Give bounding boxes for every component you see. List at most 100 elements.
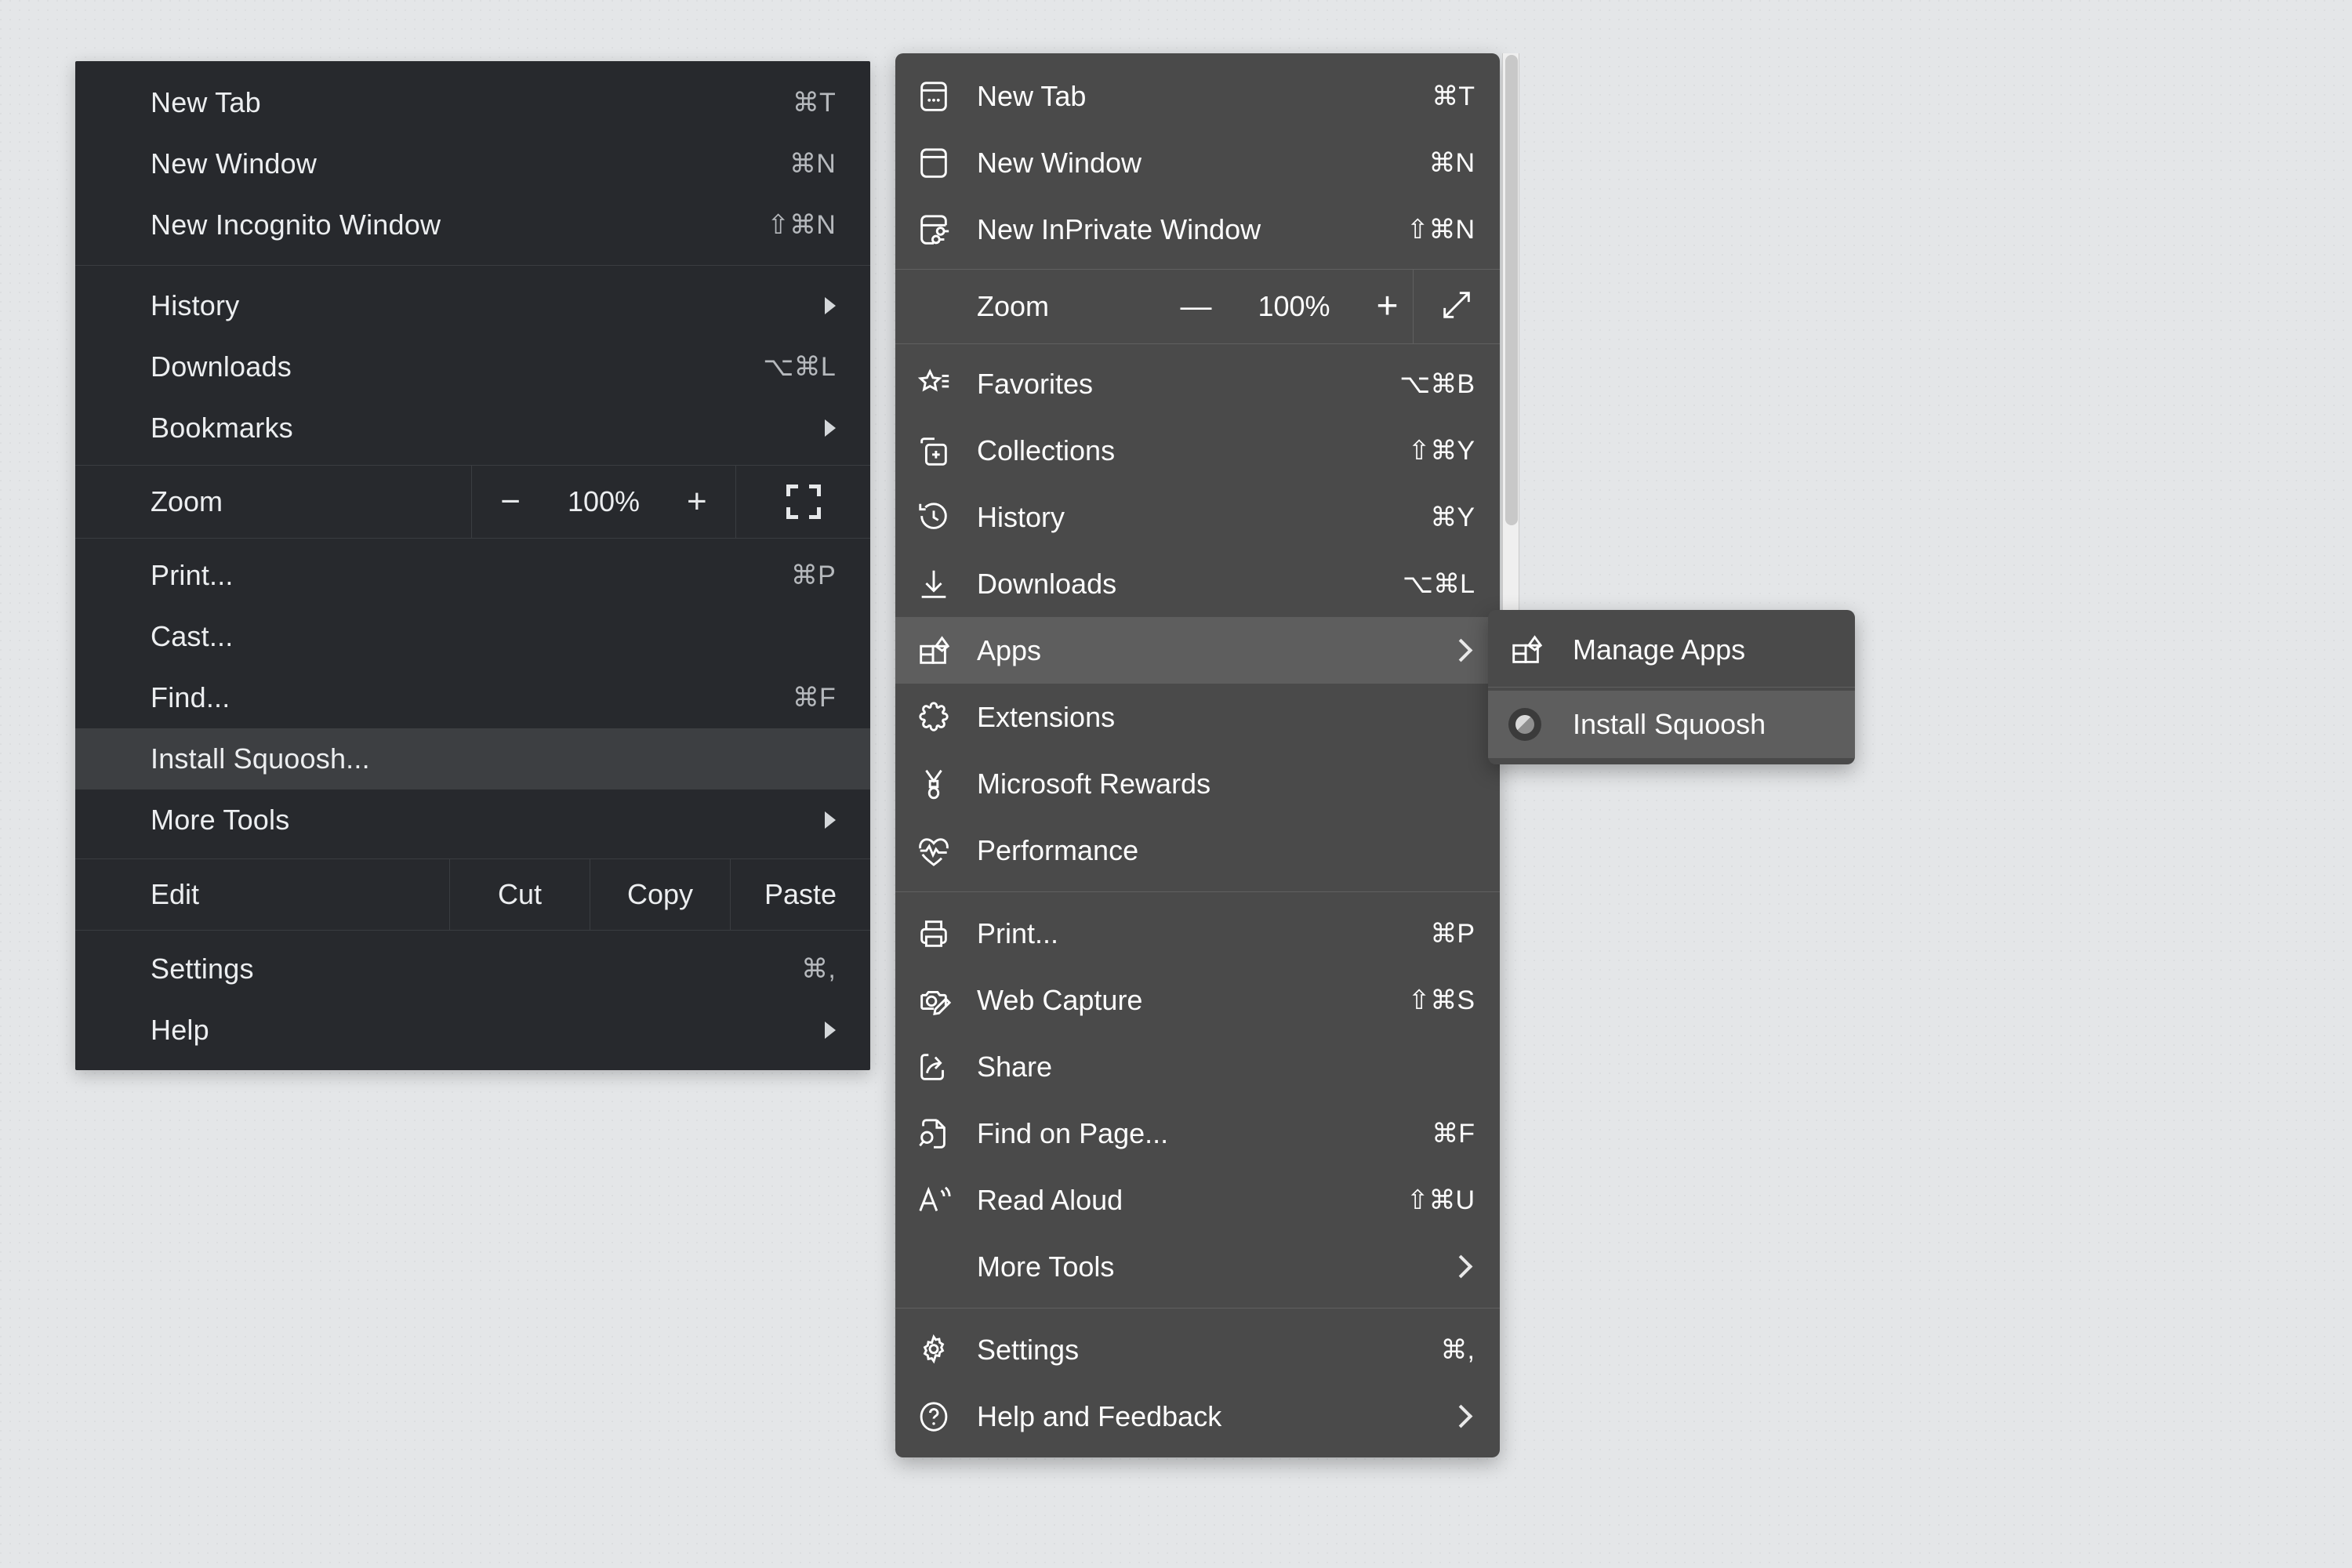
menu-item-label: History xyxy=(151,289,240,321)
menu-item-shortcut: ⇧⌘Y xyxy=(1407,435,1475,466)
zoom-controls: − 100% + xyxy=(471,466,736,538)
expand-diagonal-icon xyxy=(1439,287,1475,327)
menu-item-label: Install Squoosh... xyxy=(151,742,370,775)
chevron-right-icon xyxy=(825,1022,836,1039)
chevron-right-icon xyxy=(1448,1254,1475,1280)
copy-button[interactable]: Copy xyxy=(590,859,730,930)
menu-item-read-aloud[interactable]: Read Aloud ⇧⌘U xyxy=(895,1167,1500,1233)
menu-item-settings[interactable]: Settings ⌘, xyxy=(75,938,870,1000)
menu-item-label: More Tools xyxy=(977,1250,1115,1283)
zoom-controls: — 100% + xyxy=(1166,270,1414,343)
favorites-star-icon xyxy=(916,362,966,406)
menu-item-more-tools[interactable]: More Tools xyxy=(75,789,870,851)
menu-item-cast[interactable]: Cast... xyxy=(75,606,870,667)
new-tab-icon xyxy=(916,74,966,118)
zoom-out-button[interactable]: — xyxy=(1180,289,1211,325)
menu-item-history[interactable]: History xyxy=(75,275,870,336)
menu-item-shortcut: ⌘F xyxy=(1432,1118,1475,1149)
menu-item-performance[interactable]: Performance xyxy=(895,817,1500,884)
web-capture-icon xyxy=(916,978,966,1022)
menu-item-label: Settings xyxy=(977,1333,1080,1366)
menu-item-new-incognito-window[interactable]: New Incognito Window ⇧⌘N xyxy=(75,194,870,256)
menu-item-help-and-feedback[interactable]: Help and Feedback xyxy=(895,1383,1500,1450)
chevron-right-icon xyxy=(825,297,836,314)
menu-item-help[interactable]: Help xyxy=(75,1000,870,1061)
menu-item-label: Cast... xyxy=(151,620,234,652)
printer-icon xyxy=(916,912,966,956)
menu-divider xyxy=(75,265,870,266)
menu-item-new-window[interactable]: New Window ⌘N xyxy=(75,133,870,194)
menu-item-shortcut: ⌥⌘B xyxy=(1399,368,1475,399)
zoom-in-button[interactable]: + xyxy=(1376,288,1398,325)
zoom-out-button[interactable]: − xyxy=(500,485,521,519)
fullscreen-button[interactable] xyxy=(1414,270,1500,343)
find-on-page-icon xyxy=(916,1112,966,1156)
menu-item-label: Microsoft Rewards xyxy=(977,767,1211,800)
menu-item-label: History xyxy=(977,500,1065,533)
menu-item-label: Downloads xyxy=(151,350,292,383)
menu-item-new-window[interactable]: New Window ⌘N xyxy=(895,129,1500,196)
menu-item-print[interactable]: Print... ⌘P xyxy=(75,545,870,606)
menu-item-microsoft-rewards[interactable]: Microsoft Rewards xyxy=(895,750,1500,817)
menu-item-print[interactable]: Print... ⌘P xyxy=(895,900,1500,967)
menu-item-downloads[interactable]: Downloads ⌥⌘L xyxy=(895,550,1500,617)
menu-item-label: Find... xyxy=(151,681,230,713)
menu-item-label: More Tools xyxy=(151,804,290,836)
edge-browser-menu: New Tab ⌘T New Window ⌘N New InPrivate W… xyxy=(895,53,1500,1457)
extensions-puzzle-icon xyxy=(916,695,966,739)
apps-grid-icon xyxy=(1508,632,1560,668)
menu-item-find-on-page[interactable]: Find on Page... ⌘F xyxy=(895,1100,1500,1167)
fullscreen-icon xyxy=(786,485,821,519)
menu-item-label: Share xyxy=(977,1050,1053,1083)
menu-item-find[interactable]: Find... ⌘F xyxy=(75,667,870,728)
scrollbar-thumb[interactable] xyxy=(1505,55,1518,525)
menu-item-downloads[interactable]: Downloads ⌥⌘L xyxy=(75,336,870,397)
menu-item-label: Bookmarks xyxy=(151,412,293,444)
help-circle-icon xyxy=(916,1395,966,1439)
edge-menu-scrollbar[interactable] xyxy=(1502,53,1519,677)
collections-icon xyxy=(916,429,966,473)
inprivate-window-icon xyxy=(916,208,966,252)
menu-item-label: New Window xyxy=(977,146,1142,179)
menu-item-new-tab[interactable]: New Tab ⌘T xyxy=(895,63,1500,129)
submenu-item-install-squoosh[interactable]: Install Squoosh xyxy=(1488,691,1855,758)
menu-item-shortcut: ⌘P xyxy=(790,561,836,590)
submenu-item-manage-apps[interactable]: Manage Apps xyxy=(1488,616,1855,684)
menu-item-collections[interactable]: Collections ⇧⌘Y xyxy=(895,417,1500,484)
menu-item-history[interactable]: History ⌘Y xyxy=(895,484,1500,550)
menu-divider xyxy=(895,891,1500,892)
menu-item-new-tab[interactable]: New Tab ⌘T xyxy=(75,72,870,133)
edit-label: Edit xyxy=(151,878,200,910)
menu-item-more-tools[interactable]: More Tools xyxy=(895,1233,1500,1300)
menu-item-favorites[interactable]: Favorites ⌥⌘B xyxy=(895,350,1500,417)
menu-item-install-squoosh[interactable]: Install Squoosh... xyxy=(75,728,870,789)
menu-item-label: Settings xyxy=(151,953,254,985)
menu-item-label: Help and Feedback xyxy=(977,1399,1222,1432)
menu-item-apps[interactable]: Apps xyxy=(895,617,1500,684)
menu-item-label: New Incognito Window xyxy=(151,209,441,241)
menu-item-bookmarks[interactable]: Bookmarks xyxy=(75,397,870,459)
menu-item-extensions[interactable]: Extensions xyxy=(895,684,1500,750)
menu-item-new-inprivate-window[interactable]: New InPrivate Window ⇧⌘N xyxy=(895,196,1500,263)
menu-item-settings[interactable]: Settings ⌘, xyxy=(895,1316,1500,1383)
menu-item-shortcut: ⇧⌘U xyxy=(1406,1185,1475,1215)
menu-item-shortcut: ⇧⌘N xyxy=(767,210,836,240)
fullscreen-button[interactable] xyxy=(736,466,870,538)
zoom-level-value: 100% xyxy=(567,485,641,517)
menu-item-shortcut: ⌘N xyxy=(1428,147,1475,178)
menu-item-label: Extensions xyxy=(977,700,1116,733)
menu-item-shortcut: ⌘, xyxy=(1440,1334,1475,1365)
menu-item-shortcut: ⌘F xyxy=(792,683,836,713)
paste-button[interactable]: Paste xyxy=(730,859,870,930)
menu-item-label: Apps xyxy=(977,633,1042,666)
cut-button[interactable]: Cut xyxy=(449,859,590,930)
menu-item-shortcut: ⌘T xyxy=(1432,81,1475,111)
chevron-right-icon xyxy=(825,419,836,437)
menu-item-web-capture[interactable]: Web Capture ⇧⌘S xyxy=(895,967,1500,1033)
chrome-browser-menu: New Tab ⌘T New Window ⌘N New Incognito W… xyxy=(75,61,870,1070)
menu-item-share[interactable]: Share xyxy=(895,1033,1500,1100)
zoom-in-button[interactable]: + xyxy=(687,485,707,519)
zoom-label: Zoom xyxy=(977,290,1050,322)
menu-item-label: New InPrivate Window xyxy=(977,212,1261,245)
menu-item-label: New Window xyxy=(151,147,318,180)
